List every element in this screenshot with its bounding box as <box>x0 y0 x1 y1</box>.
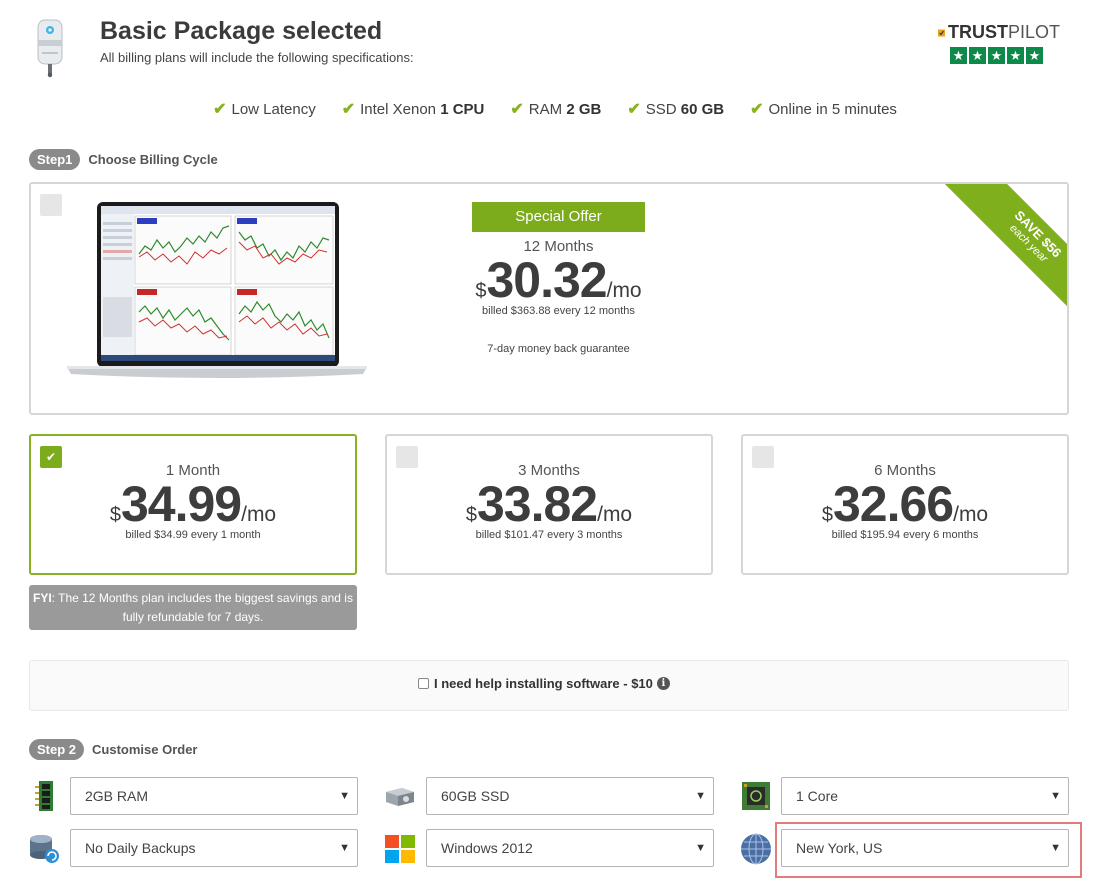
chevron-down-icon: ▼ <box>339 842 350 854</box>
offer-price: $30.32/mo <box>475 252 642 308</box>
trustpilot-badge[interactable]: TRUST PILOT ★ ★ ★ ★ ★ <box>938 22 1060 66</box>
step1-heading: Step1 Choose Billing Cycle <box>29 149 218 170</box>
offer-billed: billed $363.88 every 12 months <box>482 305 635 317</box>
ssd-icon <box>386 788 414 806</box>
info-icon[interactable]: i <box>656 677 670 690</box>
star-icon: ★ <box>1026 47 1043 64</box>
plan-3-months[interactable]: 3 Months $33.82/mo billed $101.47 every … <box>385 434 713 575</box>
fyi-note: FYI: The 12 Months plan includes the big… <box>29 585 357 630</box>
star-icon: ★ <box>950 47 967 64</box>
step1-pill: Step1 <box>29 149 81 170</box>
cores-select[interactable]: 1 Core ▼ <box>781 777 1069 815</box>
plan-price: $33.82/mo <box>465 476 633 532</box>
feature-online: ✔ Online in 5 minutes <box>750 100 897 119</box>
os-select[interactable]: Windows 2012 ▼ <box>426 829 714 867</box>
check-icon: ✔ <box>510 101 524 118</box>
trustpilot-logo: TRUST PILOT <box>938 22 1060 43</box>
ribbon-save-amount: SAVE $56 <box>1011 207 1065 261</box>
trustpilot-stars: ★ ★ ★ ★ ★ <box>950 47 1060 64</box>
star-icon: ★ <box>969 47 986 64</box>
star-icon: ★ <box>1007 47 1024 64</box>
trustpilot-check-icon <box>938 29 945 36</box>
step2-pill: Step 2 <box>29 739 85 760</box>
offer-price-block: 12 Months $30.32/mo billed $363.88 every… <box>431 238 686 355</box>
step2-label: Customise Order <box>92 742 198 757</box>
software-help-label[interactable]: I need help installing software - $10 <box>434 676 653 691</box>
chevron-down-icon: ▼ <box>1050 790 1061 802</box>
plan-6-months[interactable]: 6 Months $32.66/mo billed $195.94 every … <box>741 434 1069 575</box>
ram-icon <box>35 781 53 811</box>
software-help-checkbox[interactable] <box>418 678 429 689</box>
step1-label: Choose Billing Cycle <box>88 152 218 167</box>
chevron-down-icon: ▼ <box>695 842 706 854</box>
globe-icon <box>741 833 771 865</box>
ssd-select[interactable]: 60GB SSD ▼ <box>426 777 714 815</box>
plan-12-months-checkbox[interactable] <box>40 194 62 216</box>
plan-billed: billed $195.94 every 6 months <box>831 529 979 541</box>
backups-select[interactable]: No Daily Backups ▼ <box>70 829 358 867</box>
save-ribbon: SAVE $56 each year <box>927 184 1067 324</box>
feature-ram: ✔ RAM 2 GB <box>510 100 602 119</box>
check-icon: ✔ <box>750 101 764 118</box>
location-highlight-box <box>775 822 1082 878</box>
special-offer-badge: Special Offer <box>472 202 645 232</box>
step2-heading: Step 2 Customise Order <box>29 739 198 760</box>
windows-icon <box>385 835 415 863</box>
cpu-icon <box>742 782 770 810</box>
ram-select[interactable]: 2GB RAM ▼ <box>70 777 358 815</box>
software-help-addon: I need help installing software - $10 i <box>29 660 1069 711</box>
plan-price: $32.66/mo <box>821 476 989 532</box>
feature-list: ✔ Low Latency ✔ Intel Xenon 1 CPU ✔ RAM 2 G… <box>0 99 1110 119</box>
plan-billed: billed $34.99 every 1 month <box>125 529 261 541</box>
page-title: Basic Package selected <box>100 17 383 45</box>
plan-price: $34.99/mo <box>109 476 277 532</box>
plan-billed: billed $101.47 every 3 months <box>475 529 623 541</box>
offer-guarantee: 7-day money back guarantee <box>487 343 630 355</box>
chevron-down-icon: ▼ <box>695 790 706 802</box>
check-icon: ✔ <box>627 101 641 118</box>
plan-1-month[interactable]: ✔ 1 Month $34.99/mo billed $34.99 every … <box>29 434 357 575</box>
chevron-down-icon: ▼ <box>339 790 350 802</box>
check-icon: ✔ <box>341 101 356 118</box>
star-icon: ★ <box>988 47 1005 64</box>
feature-latency: ✔ Low Latency <box>213 100 316 119</box>
page-subtitle: All billing plans will include the follo… <box>100 50 414 65</box>
plan-12-months[interactable]: Special Offer 12 Months $30.32/mo billed… <box>29 182 1069 415</box>
feature-cpu: ✔ Intel Xenon 1 CPU <box>341 100 485 119</box>
feature-ssd: ✔ SSD 60 GB <box>627 100 725 119</box>
backup-database-icon <box>30 835 59 863</box>
laptop-trading-chart-image <box>67 202 367 378</box>
check-icon: ✔ <box>213 101 227 118</box>
server-package-icon <box>37 19 63 78</box>
